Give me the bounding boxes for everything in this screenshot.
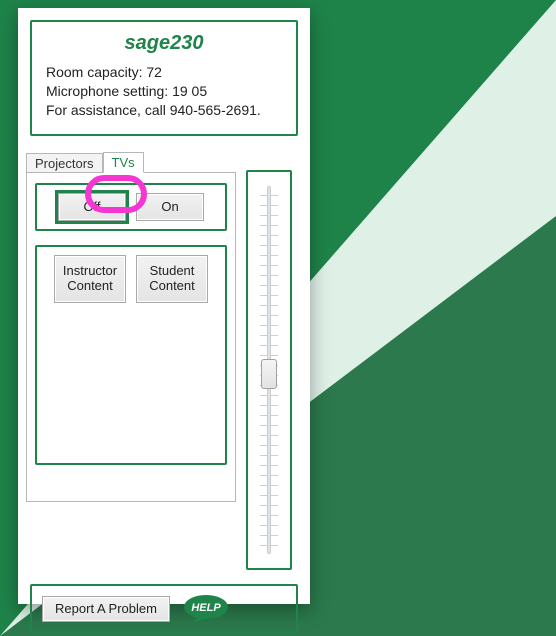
tab-body: Off On Instructor Content Student Conten… <box>26 172 236 502</box>
student-content-button[interactable]: Student Content <box>136 255 208 303</box>
body-row: Projectors TVs Off On Instructor Content… <box>26 150 302 550</box>
power-group: Off On <box>35 183 227 231</box>
help-label: HELP <box>191 602 221 614</box>
mic-line: Microphone setting: 19 05 <box>46 82 282 101</box>
volume-slider[interactable] <box>260 186 278 554</box>
tabs-column: Projectors TVs Off On Instructor Content… <box>26 150 236 550</box>
slider-thumb[interactable] <box>261 359 277 389</box>
capacity-line: Room capacity: 72 <box>46 63 282 82</box>
assist-line: For assistance, call 940-565-2691. <box>46 101 282 120</box>
footer-box: Report A Problem HELP <box>30 584 298 634</box>
room-info: Room capacity: 72 Microphone setting: 19… <box>40 63 288 120</box>
instructor-content-button[interactable]: Instructor Content <box>54 255 126 303</box>
volume-slider-box <box>246 170 292 570</box>
on-button[interactable]: On <box>136 193 204 221</box>
header-box: sage230 Room capacity: 72 Microphone set… <box>30 20 298 136</box>
slider-column <box>236 150 302 550</box>
off-button[interactable]: Off <box>58 193 126 221</box>
tab-projectors[interactable]: Projectors <box>26 153 103 173</box>
speech-bubble-icon: HELP <box>182 594 230 624</box>
tab-strip: Projectors TVs <box>26 150 236 172</box>
tab-tvs[interactable]: TVs <box>103 152 144 173</box>
source-group: Instructor Content Student Content <box>35 245 227 465</box>
report-problem-button[interactable]: Report A Problem <box>42 596 170 622</box>
room-title: sage230 <box>40 32 288 55</box>
control-panel: sage230 Room capacity: 72 Microphone set… <box>18 8 310 604</box>
help-button[interactable]: HELP <box>182 594 230 624</box>
